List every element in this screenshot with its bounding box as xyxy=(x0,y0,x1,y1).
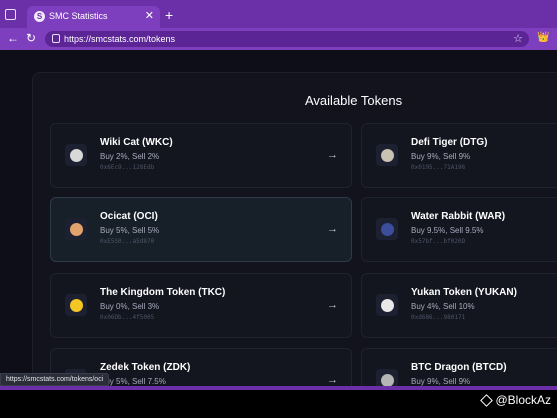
footer-bar: @BlockAz xyxy=(0,390,557,418)
arrow-right-icon[interactable]: → xyxy=(327,223,338,235)
token-card[interactable]: Defi Tiger (DTG) Buy 9%, Sell 9% 0x0195...… xyxy=(361,123,557,188)
extension-crown-icon[interactable]: 👑 xyxy=(537,32,549,43)
token-name: Defi Tiger (DTG) xyxy=(411,137,488,148)
watermark: @BlockAz xyxy=(480,393,551,407)
browser-window: S SMC Statistics ✕ + ← ↻ https://smcstat… xyxy=(0,0,557,390)
token-logo-icon xyxy=(376,144,398,166)
token-tax: Buy 9%, Sell 9% xyxy=(411,152,471,161)
token-logo-icon xyxy=(376,294,398,316)
blockaz-logo-icon xyxy=(480,393,494,407)
token-tax: Buy 0%, Sell 3% xyxy=(100,302,160,311)
token-name: Yukan Token (YUKAN) xyxy=(411,287,517,298)
token-card[interactable]: Yukan Token (YUKAN) Buy 4%, Sell 10% 0xd68… xyxy=(361,273,557,338)
token-tax: Buy 9%, Sell 9% xyxy=(411,377,471,386)
token-tax: Buy 5%, Sell 5% xyxy=(100,226,160,235)
address-toolbar: ← ↻ https://smcstats.com/tokens ☆ 👑 xyxy=(0,28,557,50)
reload-icon[interactable]: ↻ xyxy=(26,31,36,45)
token-card[interactable]: Wiki Cat (WKC) Buy 2%, Sell 2% 0x6Ec9...12… xyxy=(50,123,352,188)
token-name: Wiki Cat (WKC) xyxy=(100,137,173,148)
token-name: The Kingdom Token (TKC) xyxy=(100,287,226,298)
token-address: 0x0195...71A196 xyxy=(411,164,466,171)
token-name: BTC Dragon (BTCD) xyxy=(411,362,507,373)
page-title: Available Tokens xyxy=(305,93,403,108)
token-logo-mark xyxy=(380,148,394,162)
token-logo-mark xyxy=(380,222,394,236)
token-logo-mark xyxy=(69,222,83,236)
token-address: 0xd686...980171 xyxy=(411,314,466,321)
tab-title: SMC Statistics xyxy=(49,11,108,21)
token-logo-icon xyxy=(376,369,398,386)
token-logo-mark xyxy=(380,373,394,386)
page-viewport: Available Tokens Wiki Cat (WKC) Buy 2%, S… xyxy=(0,50,557,386)
arrow-right-icon[interactable]: → xyxy=(327,374,338,386)
token-logo-icon xyxy=(376,218,398,240)
token-logo-icon xyxy=(65,294,87,316)
arrow-right-icon[interactable]: → xyxy=(327,149,338,161)
token-address: 0x06Db...4f5005 xyxy=(100,314,155,321)
token-card[interactable]: BTC Dragon (BTCD)Buy 9%, Sell 9%→ xyxy=(361,348,557,386)
lock-icon[interactable] xyxy=(52,34,60,43)
token-logo-icon xyxy=(65,144,87,166)
token-logo-icon xyxy=(65,218,87,240)
token-card[interactable]: Water Rabbit (WAR) Buy 9.5%, Sell 9.5% 0x5… xyxy=(361,197,557,262)
site-favicon-icon: S xyxy=(34,11,45,22)
token-logo-mark xyxy=(380,298,394,312)
token-name: Water Rabbit (WAR) xyxy=(411,211,506,222)
token-card[interactable]: Ocicat (OCI) Buy 5%, Sell 5% 0xE5S0...a5d8… xyxy=(50,197,352,262)
token-address: 0x57bf...bf020D xyxy=(411,238,466,245)
address-bar[interactable]: https://smcstats.com/tokens ☆ xyxy=(45,31,529,47)
token-tax: Buy 9.5%, Sell 9.5% xyxy=(411,226,484,235)
token-address: 0xE5S0...a5d870 xyxy=(100,238,155,245)
token-card[interactable]: The Kingdom Token (TKC) Buy 0%, Sell 3% 0x… xyxy=(50,273,352,338)
arrow-right-icon[interactable]: → xyxy=(327,299,338,311)
watermark-text: @BlockAz xyxy=(495,393,551,407)
token-tax: Buy 2%, Sell 2% xyxy=(100,152,160,161)
token-tax: Buy 5%, Sell 7.5% xyxy=(100,377,166,386)
tab-smc-statistics[interactable]: S SMC Statistics ✕ xyxy=(27,6,160,28)
tab-close-icon[interactable]: ✕ xyxy=(145,9,154,22)
token-name: Ocicat (OCI) xyxy=(100,211,158,222)
status-url-tooltip: https://smcstats.com/tokens/oci xyxy=(0,373,110,386)
title-bar: S SMC Statistics ✕ + xyxy=(0,0,557,28)
back-arrow-icon[interactable]: ← xyxy=(7,31,19,45)
new-tab-button[interactable]: + xyxy=(165,8,173,22)
token-logo-mark xyxy=(69,298,83,312)
token-address: 0x6Ec9...128Edb xyxy=(100,164,155,171)
token-logo-mark xyxy=(69,148,83,162)
token-name: Zedek Token (ZDK) xyxy=(100,362,191,373)
bookmark-star-icon[interactable]: ☆ xyxy=(513,32,523,45)
url-text[interactable]: https://smcstats.com/tokens xyxy=(64,34,175,44)
token-tax: Buy 4%, Sell 10% xyxy=(411,302,475,311)
tab-actions-icon[interactable] xyxy=(5,9,16,20)
